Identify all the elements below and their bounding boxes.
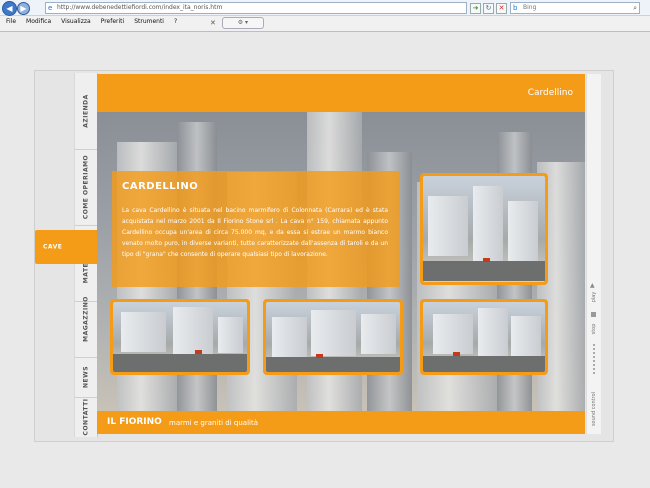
photo-image	[113, 302, 247, 372]
forward-button[interactable]: ▶	[17, 2, 30, 15]
browser-chrome: ◀ ▶ e http://www.debenedettiefiordi.com/…	[0, 0, 650, 32]
tab-azienda[interactable]: AZIENDA	[75, 73, 97, 150]
close-tab-icon[interactable]: ✕	[210, 19, 216, 27]
tab-label: CONTATTI	[82, 398, 90, 436]
stop-square-icon[interactable]	[591, 312, 596, 317]
back-button[interactable]: ◀	[2, 1, 17, 16]
favorites-icon[interactable]: ⚙ ▾	[221, 17, 264, 29]
tab-come-operiamo[interactable]: COME OPERIAMO	[75, 149, 97, 226]
menu-row: File Modifica Visualizza Preferiti Strum…	[0, 16, 650, 30]
header-band: Cardellino	[97, 74, 585, 112]
sound-control-label: sound control	[591, 391, 597, 427]
search-box[interactable]: b ⌕	[510, 2, 640, 14]
bing-icon: b	[513, 4, 518, 12]
menu-strumenti[interactable]: Strumenti	[134, 18, 164, 25]
search-input[interactable]	[523, 3, 623, 13]
quarry-photo-3[interactable]	[263, 299, 403, 375]
photo-image	[266, 302, 400, 372]
tab-news[interactable]: NEWS	[75, 357, 97, 398]
tab-label: NEWS	[82, 365, 90, 389]
tab-contatti[interactable]: CONTATTI	[75, 397, 97, 437]
volume-slider[interactable]	[593, 344, 595, 374]
tab-label: MAGAZZINO	[82, 296, 90, 342]
search-icon[interactable]: ⌕	[633, 3, 637, 13]
quarry-title: CARDELLINO	[122, 181, 199, 192]
menu-modifica[interactable]: Modifica	[26, 18, 51, 25]
address-row: ◀ ▶ e http://www.debenedettiefiordi.com/…	[0, 0, 650, 16]
brand-name: IL FIORINO	[107, 417, 162, 427]
menu-tools: ✕ ⚙ ▾	[210, 17, 264, 29]
tab-label: AZIENDA	[82, 94, 90, 128]
tab-cave-label: CAVE	[43, 243, 63, 251]
sound-control-panel: ▲ play stop sound control	[586, 74, 601, 434]
refresh-icon[interactable]: ↻	[483, 3, 494, 14]
quarry-photo-4[interactable]	[420, 299, 548, 375]
quarry-description: La cava Cardellino è situata nel bacino …	[122, 207, 388, 258]
content-panel: Cardellino CARDELLINO La cava Cardellino…	[97, 74, 585, 434]
play-icon[interactable]: ▲	[590, 282, 595, 289]
quarry-info-box: CARDELLINO La cava Cardellino è situata …	[112, 171, 400, 287]
tab-label: COME OPERIAMO	[82, 154, 90, 220]
stop-icon[interactable]: ✕	[496, 3, 507, 14]
page-icon: e	[48, 4, 53, 12]
tab-magazzino[interactable]: MAGAZZINO	[75, 281, 97, 358]
stop-label[interactable]: stop	[591, 324, 597, 335]
header-title: Cardellino	[527, 88, 573, 98]
menu-visualizza[interactable]: Visualizza	[61, 18, 91, 25]
address-bar[interactable]: e http://www.debenedettiefiordi.com/inde…	[45, 2, 467, 14]
photo-image	[423, 176, 545, 282]
url-text: http://www.debenedettiefiordi.com/index_…	[57, 4, 223, 11]
menu-preferiti[interactable]: Preferiti	[101, 18, 125, 25]
tab-cave-active[interactable]: CAVE	[35, 230, 97, 264]
play-label[interactable]: play	[591, 292, 597, 303]
quarry-photo-1[interactable]	[420, 173, 548, 285]
brand-tagline: marmi e graniti di qualità	[169, 419, 258, 427]
quarry-photo-2[interactable]	[110, 299, 250, 375]
menu-bar: File Modifica Visualizza Preferiti Strum…	[6, 18, 177, 25]
menu-file[interactable]: File	[6, 18, 16, 25]
go-icon[interactable]: ➔	[470, 3, 481, 14]
photo-image	[423, 302, 545, 372]
menu-help[interactable]: ?	[174, 18, 177, 25]
footer-band: IL FIORINO marmi e graniti di qualità	[97, 411, 585, 434]
